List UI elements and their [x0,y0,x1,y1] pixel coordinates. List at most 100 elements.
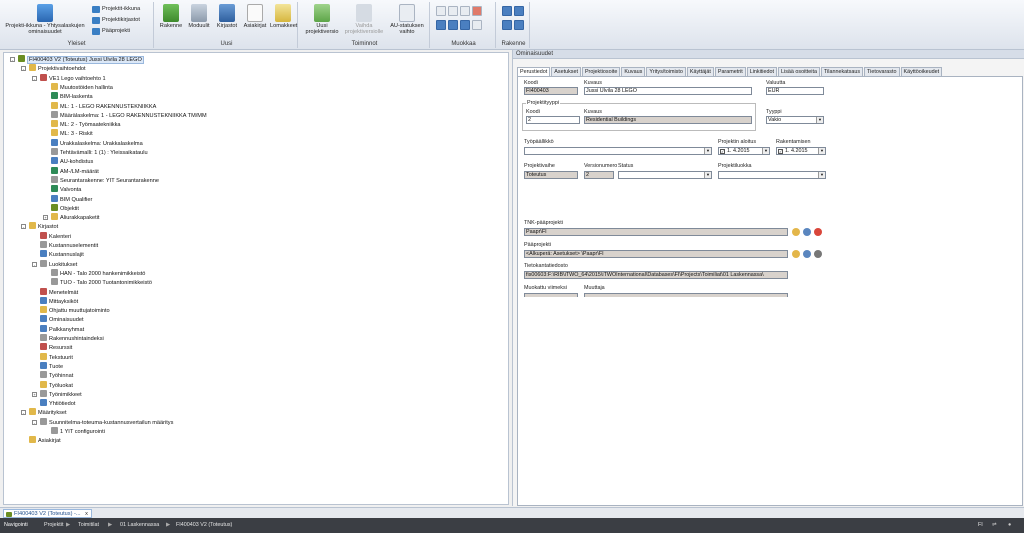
switch-project-version-button[interactable]: Vaihda projektiversiolle [344,4,384,35]
documents-button[interactable]: Asiakirjat [242,4,268,29]
language-indicator[interactable]: FI [978,518,983,533]
tab-1[interactable]: Asetukset [551,67,581,76]
chevron-down-icon[interactable]: ▼ [818,172,825,178]
tab-2[interactable]: Projektiosoite [581,67,621,76]
currency-field[interactable]: EUR [766,87,824,95]
tree-item[interactable]: Valvonta [51,185,81,194]
find-icon[interactable] [436,20,446,30]
tree-item[interactable]: ML: 1 - LEGO RAKENNUSTEKNIIKKA [51,101,156,111]
modules-button[interactable]: Moduulit [186,4,212,29]
tab-5[interactable]: Käyttäjät [686,67,714,76]
tree-item[interactable]: + Työnimikkeet [32,389,82,399]
chevron-up-icon[interactable] [514,20,524,30]
tree-item[interactable]: AU-kohdistus [51,157,93,166]
tree-item[interactable]: Palkkanyhmat [40,324,84,334]
breadcrumb-laskennassa[interactable]: 01 Laskennassa [120,518,159,533]
breadcrumb-navigation[interactable]: Navigointi [4,518,28,533]
tree-item[interactable]: Ohjattu muuttujatoiminto [40,306,110,315]
version-number-field[interactable]: 2 [584,171,614,179]
type-select[interactable]: Vakio ▼ [766,116,824,124]
tree-item[interactable]: - Kirjastot [21,222,58,231]
tree-item[interactable]: 1 YIT configurointi [51,427,105,436]
close-icon[interactable]: x [85,511,88,517]
project-tree[interactable]: - FI400403 V2 (Toteutus) Jussi Ulvila 28 … [3,52,509,505]
description-field[interactable]: Jussi Ulvila 28 LEGO [584,87,752,95]
main-project-field[interactable]: <Alkuperä: Asetukset> \Paapr\FI [524,250,788,258]
collapse-all-icon[interactable] [502,20,512,30]
tree-item[interactable]: Työluokat [40,380,73,390]
tree-item[interactable]: Seurantarakenne: YIT Seurantarakenne [51,175,159,185]
tab-9[interactable]: Tilannekatsaus [820,67,864,76]
rakenne-button[interactable]: Rakenne [158,4,184,29]
folder-icon[interactable] [792,250,800,258]
tab-4[interactable]: Yritys/toimisto [646,67,686,76]
circle-icon[interactable] [814,250,822,258]
tree-item[interactable]: BIM Qualifier [51,194,92,204]
breadcrumb-projects[interactable]: Projektit [44,518,63,533]
folder-icon[interactable] [792,228,800,236]
tree-item[interactable]: ML: 3 - Riskit [51,129,93,138]
status-select[interactable]: ▼ [618,171,712,179]
project-type-desc-field[interactable]: Residential Buildings [584,116,752,124]
tree-item[interactable]: Työhinnat [40,371,73,380]
tree-item[interactable]: TUO - Talo 2000 Tuotantonimikkeistö [51,278,152,287]
tree-item[interactable]: Kustannuslajit [40,250,84,259]
expand-icon[interactable]: + [43,215,48,221]
tree-item[interactable]: + Aliurakkapaketit [43,213,100,222]
database-file-field[interactable]: fis00603:F:\RIB\iTWO_64\2015\iTWOInterna… [524,271,788,279]
tree-item[interactable]: Menetelmät [40,287,78,297]
replace-icon[interactable] [460,20,470,30]
users-icon[interactable] [803,250,811,258]
tree-item[interactable]: Asiakirjat [29,436,61,445]
chevron-down-icon[interactable]: ▼ [816,117,823,123]
tree-item[interactable]: - Luokitukset [32,259,77,269]
paste-icon[interactable] [460,6,470,16]
collapse-icon[interactable]: - [21,66,26,72]
chevron-down-icon[interactable] [514,6,524,16]
collapse-icon[interactable]: - [21,410,26,416]
chevron-down-icon[interactable]: ▼ [704,172,711,178]
tree-item[interactable]: Tuote [40,361,63,371]
libraries-button[interactable]: Kirjastot [214,4,240,29]
breadcrumb-toimitilat[interactable]: Toimitilat [78,518,99,533]
work-manager-select[interactable]: ▼ [524,147,712,155]
users-icon[interactable] [803,228,811,236]
project-libraries-button[interactable]: Projektikirjastot [92,16,140,25]
project-class-select[interactable]: ▼ [718,171,826,179]
tree-item[interactable]: Tekstuurit [40,352,73,362]
tree-item[interactable]: BIM-laskenta [51,92,93,101]
tnk-project-field[interactable]: Paapr\FI [524,228,788,236]
new-project-version-button[interactable]: Uusi projektiversio [302,4,342,35]
delete-icon[interactable] [472,6,482,16]
au-status-button[interactable]: AU-statuksen vaihto [386,4,428,35]
tab-3[interactable]: Kuvaus [621,67,646,76]
tree-item[interactable]: Mittayksiköt [40,296,78,306]
tree-item[interactable]: - VE1 Lego vaihtoehto 1 [32,73,106,83]
collapse-icon[interactable]: - [21,224,26,230]
chevron-down-icon[interactable]: ▼ [762,148,769,154]
project-start-field[interactable]: ✓ 1. 4.2015 ▼ [718,147,770,155]
tree-item[interactable]: - FI400403 V2 (Toteutus) Jussi Ulvila 28 … [10,55,144,64]
forms-button[interactable]: Lomakkeet [270,4,297,29]
collapse-icon[interactable]: - [10,57,15,62]
chevron-down-icon[interactable]: ▼ [704,148,711,154]
copy-icon[interactable] [448,6,458,16]
project-window-button[interactable]: Projekti-ikkuna - Yhtysalaskujen ominais… [2,4,88,35]
construction-field[interactable]: ✓ 1. 4.2015 ▼ [776,147,826,155]
tree-item[interactable]: Kalenteri [40,231,71,241]
tab-7[interactable]: Linkitiedot [746,67,777,76]
project-start-checkbox[interactable]: ✓ [720,149,725,154]
tree-item[interactable]: ML: 2 - Työmaatekniikka [51,120,121,129]
tab-10[interactable]: Tietovarasto [864,67,900,76]
tree-item[interactable]: HAN - Talo 2000 hankenimikkeistö [51,268,145,278]
projects-window-button[interactable]: Projektit-ikkuna [92,5,140,14]
tree-item[interactable]: Tehtävämalli: 1 (1) : Yleissaikataulu [51,148,148,157]
expand-icon[interactable]: + [32,391,37,397]
tree-item[interactable]: Määrälaskelma: 1 - LEGO RAKENNUSTEKNIIKK… [51,110,207,120]
collapse-icon[interactable]: - [32,75,37,81]
project-phase-field[interactable]: Toteutus [524,171,578,179]
tree-item[interactable]: Ominaisuudet [40,315,84,324]
tab-6[interactable]: Parametrit [714,67,746,76]
project-type-code-field[interactable]: 2 [526,116,580,124]
chevron-down-icon[interactable]: ▼ [818,148,825,154]
